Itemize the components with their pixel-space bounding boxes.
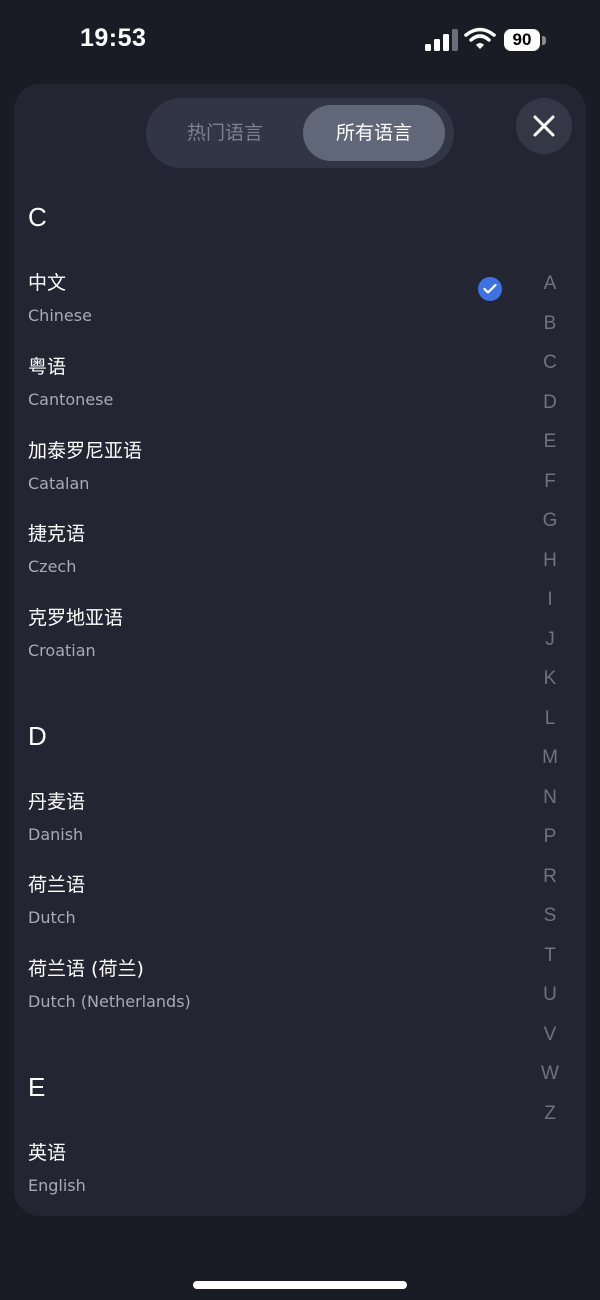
language-native-name: 捷克语 <box>28 523 86 545</box>
index-letter-n[interactable]: N <box>530 786 570 826</box>
index-letter-w[interactable]: W <box>530 1062 570 1102</box>
index-letter-a[interactable]: A <box>530 272 570 312</box>
language-native-name: 英语 <box>28 1142 67 1164</box>
close-button[interactable] <box>516 98 572 154</box>
language-english-name: Croatian <box>28 641 96 660</box>
index-letter-k[interactable]: K <box>530 667 570 707</box>
language-item-croatian[interactable]: 克罗地亚语 Croatian <box>14 603 514 687</box>
home-indicator[interactable] <box>193 1281 407 1289</box>
section-header-c: C <box>28 202 47 232</box>
selected-check-icon <box>478 277 502 301</box>
close-icon <box>533 115 555 137</box>
index-letter-s[interactable]: S <box>530 904 570 944</box>
index-letter-m[interactable]: M <box>530 746 570 786</box>
language-native-name: 克罗地亚语 <box>28 607 124 629</box>
language-english-name: Catalan <box>28 474 90 493</box>
language-native-name: 丹麦语 <box>28 791 86 813</box>
index-letter-r[interactable]: R <box>530 865 570 905</box>
index-letter-i[interactable]: I <box>530 588 570 628</box>
language-english-name: English <box>28 1176 86 1195</box>
index-letter-l[interactable]: L <box>530 707 570 747</box>
cellular-signal-icon <box>425 29 458 51</box>
wifi-icon <box>464 27 496 49</box>
language-item-english[interactable]: 英语 English <box>14 1138 514 1216</box>
language-english-name: Danish <box>28 825 84 844</box>
section-header-e: E <box>28 1072 46 1102</box>
index-letter-b[interactable]: B <box>530 312 570 352</box>
battery-icon: 90 <box>504 29 540 51</box>
language-english-name: Dutch (Netherlands) <box>28 992 191 1011</box>
language-native-name: 荷兰语 (荷兰) <box>28 958 144 980</box>
battery-cap <box>542 36 546 45</box>
tab-popular-languages[interactable]: 热门语言 <box>152 105 298 161</box>
language-item-dutch[interactable]: 荷兰语 Dutch <box>14 870 514 954</box>
language-sheet: 热门语言 所有语言 C 中文 Chinese 粤语 Cantonese 加泰罗尼… <box>14 84 586 1216</box>
language-item-cantonese[interactable]: 粤语 Cantonese <box>14 352 514 436</box>
status-bar: 19:53 90 <box>0 0 600 84</box>
index-letter-j[interactable]: J <box>530 628 570 668</box>
index-letter-v[interactable]: V <box>530 1023 570 1063</box>
language-item-dutch-netherlands[interactable]: 荷兰语 (荷兰) Dutch (Netherlands) <box>14 954 514 1038</box>
language-tab-switcher: 热门语言 所有语言 <box>146 98 454 168</box>
language-native-name: 中文 <box>28 272 67 294</box>
index-letter-h[interactable]: H <box>530 549 570 589</box>
status-time: 19:53 <box>80 24 147 52</box>
language-english-name: Cantonese <box>28 390 114 409</box>
language-english-name: Chinese <box>28 306 92 325</box>
tab-all-languages[interactable]: 所有语言 <box>303 105 445 161</box>
language-english-name: Dutch <box>28 908 76 927</box>
index-letter-t[interactable]: T <box>530 944 570 984</box>
language-item-danish[interactable]: 丹麦语 Danish <box>14 787 514 871</box>
index-letter-p[interactable]: P <box>530 825 570 865</box>
language-native-name: 加泰罗尼亚语 <box>28 440 143 462</box>
language-item-catalan[interactable]: 加泰罗尼亚语 Catalan <box>14 436 514 520</box>
index-letter-z[interactable]: Z <box>530 1102 570 1142</box>
language-item-chinese[interactable]: 中文 Chinese <box>14 268 514 352</box>
index-letter-c[interactable]: C <box>530 351 570 391</box>
language-english-name: Czech <box>28 557 77 576</box>
index-letter-u[interactable]: U <box>530 983 570 1023</box>
index-letter-e[interactable]: E <box>530 430 570 470</box>
alphabet-index[interactable]: A B C D E F G H I J K L M N P R S T U V … <box>530 272 570 1141</box>
language-native-name: 荷兰语 <box>28 874 86 896</box>
language-native-name: 粤语 <box>28 356 67 378</box>
index-letter-g[interactable]: G <box>530 509 570 549</box>
language-item-czech[interactable]: 捷克语 Czech <box>14 519 514 603</box>
index-letter-d[interactable]: D <box>530 391 570 431</box>
section-header-d: D <box>28 721 47 751</box>
index-letter-f[interactable]: F <box>530 470 570 510</box>
